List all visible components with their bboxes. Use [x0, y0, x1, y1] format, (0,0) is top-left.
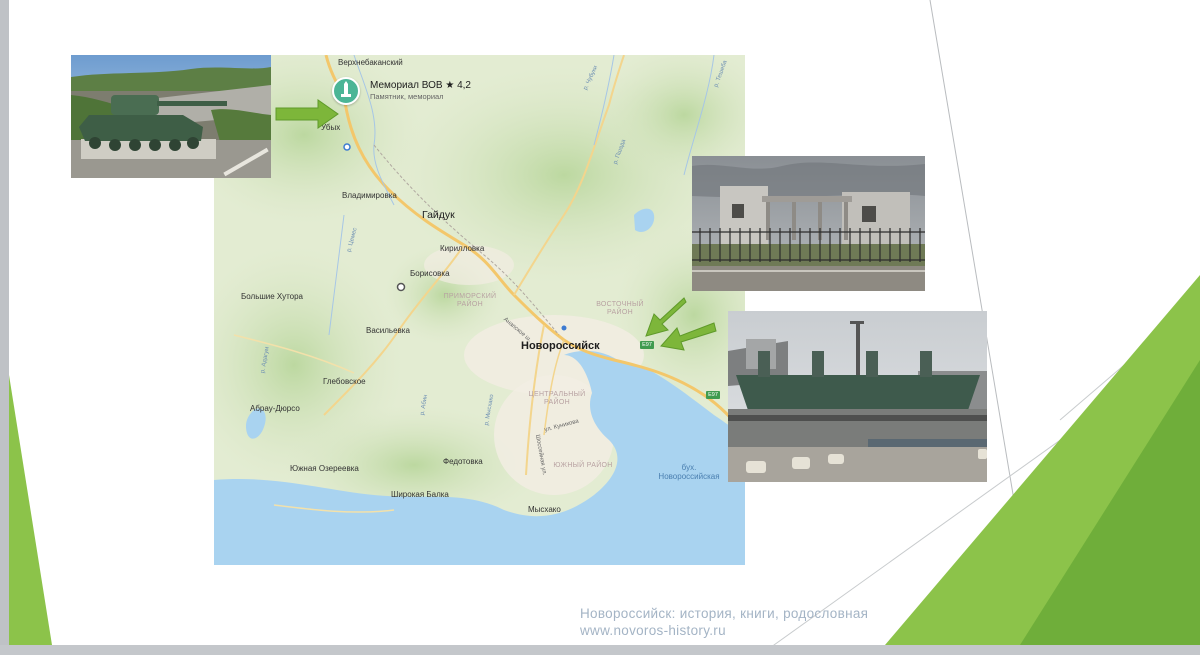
- tank-monument-photo: [71, 55, 271, 178]
- place-fedotovka: Федотовка: [443, 457, 483, 466]
- left-accent-bar: [0, 0, 9, 655]
- bottom-bar: [0, 645, 1200, 655]
- district-yuzhny: ЮЖНЫЙ РАЙОН: [553, 462, 613, 469]
- road-badge: E97: [640, 341, 654, 349]
- place-verkhnebakansky: Верхнебаканский: [338, 58, 403, 67]
- monument-icon: [341, 81, 351, 97]
- place-ubykh: Убых: [321, 123, 341, 132]
- ruined-building-photo: [692, 156, 925, 291]
- place-myskhako: Мысхако: [528, 505, 561, 514]
- place-novorossiysk: Новороссийск: [521, 340, 600, 352]
- place-vasilyevka: Васильевка: [366, 326, 410, 335]
- marker-subtitle: Памятник, мемориал: [370, 92, 444, 101]
- marker-info[interactable]: Мемориал ВОВ ★ 4,2 Памятник, мемориал: [370, 80, 471, 101]
- place-bolshie-khutora: Большие Хутора: [241, 292, 303, 301]
- footer-title: Новороссийск: история, книги, родословна…: [580, 606, 869, 621]
- footer-url[interactable]: www.novoros-history.ru: [580, 622, 868, 639]
- place-vladimirovka: Владимировка: [342, 191, 397, 200]
- place-shirokaya-balka: Широкая Балка: [391, 490, 449, 499]
- place-glebovskoe: Глебовское: [323, 377, 366, 386]
- memorial-monument-photo: [728, 311, 987, 482]
- place-gaiduk: Гайдук: [422, 209, 455, 221]
- place-borisovka: Борисовка: [410, 269, 450, 278]
- district-primorsky: ПРИМОРСКИЙ РАЙОН: [443, 293, 497, 308]
- place-kirillovka: Кирилловка: [440, 244, 485, 253]
- map[interactable]: Мемориал ВОВ ★ 4,2 Памятник, мемориал Ве…: [214, 55, 745, 565]
- memorial-marker[interactable]: [332, 77, 360, 105]
- place-abrau-dyurso: Абрау-Дюрсо: [250, 404, 300, 413]
- road-badge: E97: [706, 391, 720, 399]
- place-yuzhnaya-ozereevka: Южная Озереевка: [290, 464, 359, 473]
- map-terrain: [214, 55, 745, 565]
- district-vostochny: ВОСТОЧНЫЙ РАЙОН: [596, 301, 644, 316]
- bay-label: бух. Новороссийская: [658, 463, 720, 481]
- footer: Новороссийск: история, книги, родословна…: [580, 605, 868, 639]
- slide: Мемориал ВОВ ★ 4,2 Памятник, мемориал Ве…: [0, 0, 1200, 655]
- district-tsentralny: ЦЕНТРАЛЬНЫЙ РАЙОН: [528, 391, 586, 406]
- marker-title: Мемориал ВОВ ★ 4,2: [370, 80, 471, 91]
